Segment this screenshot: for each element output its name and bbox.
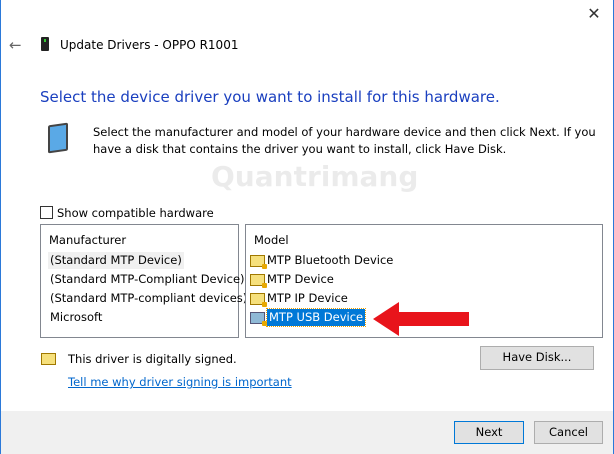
model-item[interactable]: MTP IP Device [250,290,348,307]
signed-driver-icon [41,353,56,365]
model-header: Model [254,233,289,247]
manufacturer-item[interactable]: (Standard MTP Device) [48,252,184,269]
driver-icon [250,254,267,269]
next-button[interactable]: Next [454,421,524,444]
cancel-button[interactable]: Cancel [534,421,603,444]
model-item-selected[interactable]: MTP USB Device [250,308,367,327]
model-item[interactable]: MTP Bluetooth Device [250,252,393,269]
back-arrow-icon[interactable]: ← [9,36,22,54]
manufacturer-item[interactable]: Microsoft [48,309,104,326]
model-item[interactable]: MTP Device [250,271,334,288]
show-compatible-checkbox[interactable] [40,206,53,219]
window-title: Update Drivers - OPPO R1001 [60,38,239,52]
show-compatible-label[interactable]: Show compatible hardware [57,206,214,220]
manufacturer-item[interactable]: (Standard MTP-Compliant Device) [48,271,247,288]
device-icon [48,122,68,154]
red-arrow-icon [373,302,469,336]
manufacturer-list[interactable]: Manufacturer (Standard MTP Device) (Stan… [40,224,247,338]
have-disk-button[interactable]: Have Disk... [480,346,594,370]
manufacturer-item[interactable]: (Standard MTP-compliant devices) [48,290,249,307]
instructions-text: Select the manufacturer and model of you… [93,125,596,156]
signed-status-text: This driver is digitally signed. [68,352,237,366]
driver-icon [250,311,267,326]
driver-icon [250,292,267,307]
close-button[interactable]: ✕ [579,2,609,26]
watermark: Quantrimang [211,160,419,193]
driver-signing-link[interactable]: Tell me why driver signing is important [68,375,292,389]
driver-icon [250,273,267,288]
manufacturer-header: Manufacturer [49,233,127,247]
page-heading: Select the device driver you want to ins… [40,88,500,106]
phone-icon [41,37,49,51]
